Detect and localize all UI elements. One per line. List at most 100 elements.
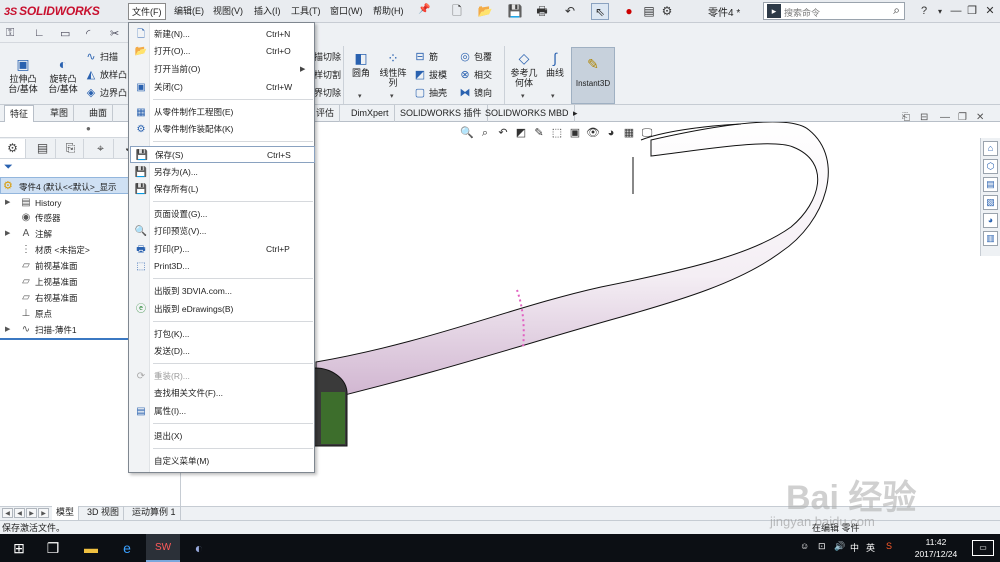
menu-item-pack-and-go[interactable]: 打包(K)... xyxy=(130,326,315,343)
intersect-button[interactable]: ⊗ 相交 xyxy=(458,68,492,82)
panel-collapse-icon[interactable]: ● xyxy=(86,124,91,133)
task-pane-home-icon[interactable]: ⌂ xyxy=(983,141,998,156)
viewport-close-icon[interactable]: ✕ xyxy=(976,112,984,123)
menu-item-publish-3dvia[interactable]: 出版到 3DVIA.com... xyxy=(130,283,315,300)
tray-people-icon[interactable]: ☺ xyxy=(800,541,809,551)
options-gear-icon[interactable]: ⚙ xyxy=(658,3,676,20)
taskbar-clock[interactable]: 11:42 2017/12/24 xyxy=(908,536,964,560)
tab-solidworks-addins[interactable]: SOLIDWORKS 插件 xyxy=(395,105,488,122)
tab-dimxpert[interactable]: DimXpert xyxy=(346,105,395,122)
fillet-button[interactable]: ◧ 圆角 xyxy=(347,50,375,78)
configurationmanager-tab-icon[interactable]: ⎘ xyxy=(58,139,84,158)
loft-boss-button[interactable]: ◭ 放样凸 xyxy=(84,68,127,82)
tray-ime-mode[interactable]: 中 xyxy=(850,541,859,554)
wrap-button[interactable]: ◎ 包覆 xyxy=(458,50,492,64)
reference-geometry-button[interactable]: ◇ 参考几何体 xyxy=(508,50,540,88)
task-pane-custom-properties-icon[interactable]: ▥ xyxy=(983,231,998,246)
extruded-boss-button[interactable]: ▣ 拉伸凸台/基体 xyxy=(4,56,42,94)
menu-item-save-all[interactable]: 💾 保存所有(L) xyxy=(130,181,315,198)
search-commands-field[interactable]: ▸ 搜索命令 ⌕ xyxy=(763,2,905,20)
menu-file[interactable]: 文件(F) xyxy=(128,3,166,20)
menu-item-find-references[interactable]: 查找相关文件(F)... xyxy=(130,385,315,402)
previous-view-icon[interactable]: ↶ xyxy=(494,126,512,139)
view-orientation-icon[interactable]: ⬚ xyxy=(548,126,566,139)
viewport-restore-icon[interactable]: ❐ xyxy=(958,112,967,123)
swept-cut-button[interactable]: 描切除 xyxy=(314,50,341,64)
expand-arrow-icon[interactable]: ▶ xyxy=(5,226,10,242)
task-pane-resources-icon[interactable]: ⬡ xyxy=(983,159,998,174)
view-settings-icon[interactable]: 🖵 xyxy=(638,127,656,140)
solidworks-taskbar-icon[interactable]: SW xyxy=(146,534,180,562)
menu-item-make-drawing[interactable]: ▦ 从零件制作工程图(E) xyxy=(130,104,315,121)
file-properties-icon[interactable]: ▤ xyxy=(640,3,658,20)
menu-item-save[interactable]: 💾 保存(S) Ctrl+S xyxy=(130,146,315,163)
revolved-boss-button[interactable]: ◐ 旋转凸台/基体 xyxy=(44,56,82,94)
paint-app-icon[interactable]: ◐ xyxy=(182,534,216,562)
edit-appearance-icon[interactable]: ◕ xyxy=(602,127,620,139)
select-icon[interactable]: ⇖ xyxy=(591,3,609,20)
start-windows-icon[interactable]: ⊞ xyxy=(2,534,36,562)
print-icon[interactable]: 🖶 xyxy=(533,3,551,20)
help-icon[interactable]: ? xyxy=(916,3,932,20)
search-icon[interactable]: ⌕ xyxy=(893,3,900,18)
expand-arrow-icon[interactable]: ▶ xyxy=(5,195,10,211)
tray-ime-english[interactable]: 英 xyxy=(866,541,875,554)
search-input-placeholder[interactable]: 搜索命令 xyxy=(784,6,820,19)
curves-dropdown-icon[interactable]: ▾ xyxy=(551,92,555,100)
menu-item-send[interactable]: 发送(D)... xyxy=(130,343,315,360)
tab-evaluate[interactable]: 评估 xyxy=(311,105,341,122)
menu-item-publish-edrawings[interactable]: ⓔ 出版到 eDrawings(B) xyxy=(130,301,315,318)
save-icon[interactable]: 💾 xyxy=(506,3,524,20)
zoom-to-fit-icon[interactable]: 🔍 xyxy=(458,126,476,139)
rebuild-icon[interactable]: ● xyxy=(620,3,638,20)
notification-center-icon[interactable]: ▭ xyxy=(972,540,994,556)
close-icon[interactable]: ✕ xyxy=(982,3,998,20)
tab-next-icon[interactable]: ▶ xyxy=(26,508,37,518)
propertymanager-tab-icon[interactable]: ▤ xyxy=(30,139,56,158)
dynamic-annotation-icon[interactable]: ✎ xyxy=(530,126,548,139)
tray-sogou-icon[interactable]: S xyxy=(886,541,892,551)
menu-window[interactable]: 窗口(W) xyxy=(327,3,366,20)
key-icon[interactable]: ⚿ xyxy=(6,27,14,40)
viewport-split-icon[interactable]: ⊟ xyxy=(920,112,928,123)
boundary-boss-button[interactable]: ◈ 边界凸 xyxy=(84,86,127,100)
tab-sketch[interactable]: 草图 xyxy=(45,105,75,122)
menu-edit[interactable]: 编辑(E) xyxy=(171,3,207,20)
featuremanager-tab-icon[interactable]: ⚙ xyxy=(0,139,26,158)
swept-boss-button[interactable]: ∿ 扫描 xyxy=(84,50,118,64)
tab-first-icon[interactable]: ◀ xyxy=(2,508,13,518)
menu-item-close[interactable]: ▣ 关闭(C) Ctrl+W xyxy=(130,79,315,96)
boundary-cut-button[interactable]: 界切除 xyxy=(314,86,341,100)
arc-icon[interactable]: ◜ xyxy=(86,27,90,40)
edge-browser-icon[interactable]: e xyxy=(110,534,144,562)
task-pane-appearances-icon[interactable]: ◕ xyxy=(983,213,998,228)
menu-item-customize-menu[interactable]: 自定义菜单(M) xyxy=(130,453,315,470)
restore-icon[interactable]: ❐ xyxy=(964,3,980,20)
tab-motion-study[interactable]: 运动算例 1 xyxy=(128,506,181,520)
task-pane-file-explorer-icon[interactable]: ▧ xyxy=(983,195,998,210)
menu-item-open-recent[interactable]: 打开当前(O) ▶ xyxy=(130,61,315,78)
new-doc-icon[interactable]: 🗋 xyxy=(448,3,466,20)
help-dropdown-icon[interactable]: ▾ xyxy=(932,3,948,20)
fillet-dropdown-icon[interactable]: ▾ xyxy=(358,92,362,100)
rectangle-icon[interactable]: ▭ xyxy=(60,27,70,40)
minimize-icon[interactable]: — xyxy=(948,3,964,20)
open-icon[interactable]: 📂 xyxy=(476,3,494,20)
tab-model[interactable]: 模型 xyxy=(52,506,80,520)
menu-item-new[interactable]: 🗋 新建(N)... Ctrl+N xyxy=(130,26,315,43)
menu-item-print3d[interactable]: ⬚ Print3D... xyxy=(130,258,315,275)
tab-overflow-icon[interactable]: ▸ xyxy=(568,105,583,122)
search-mode-icon[interactable]: ▸ xyxy=(767,4,781,18)
menu-item-print[interactable]: 🖶 打印(P)... Ctrl+P xyxy=(130,241,315,258)
task-view-icon[interactable]: ❐ xyxy=(36,534,70,562)
menu-item-properties[interactable]: ▤ 属性(I)... xyxy=(130,403,315,420)
filter-icon[interactable]: ⏷ xyxy=(4,161,13,174)
display-style-icon[interactable]: ▣ xyxy=(566,126,584,139)
menu-item-save-as[interactable]: 💾 另存为(A)... xyxy=(130,164,315,181)
pattern-dropdown-icon[interactable]: ▾ xyxy=(390,92,394,100)
draft-button[interactable]: ◩ 拔模 xyxy=(413,68,447,82)
tab-last-icon[interactable]: ▶ xyxy=(38,508,49,518)
expand-arrow-icon[interactable]: ▶ xyxy=(5,322,10,338)
tab-solidworks-mbd[interactable]: SOLIDWORKS MBD xyxy=(480,105,575,122)
linear-pattern-button[interactable]: ⁘ 线性阵列 xyxy=(377,50,409,88)
